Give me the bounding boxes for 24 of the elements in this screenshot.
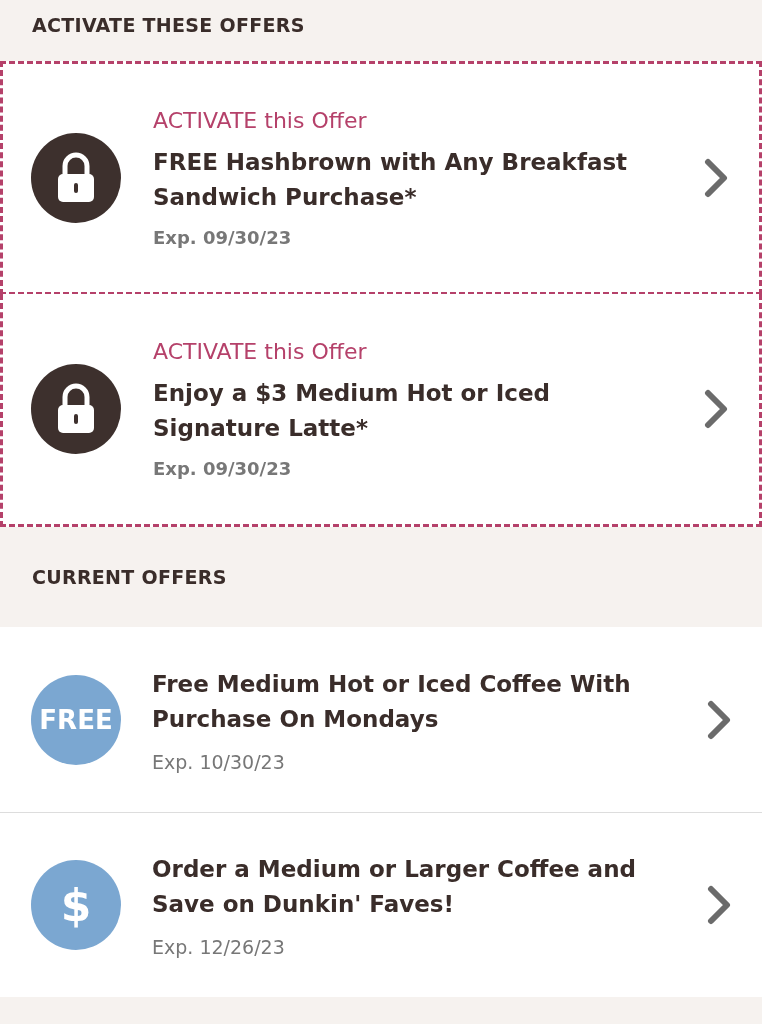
offer-title: Free Medium Hot or Iced Coffee With Purchase On Mondays bbox=[152, 669, 632, 734]
offer-badge: $ bbox=[31, 860, 121, 950]
offer-row[interactable]: FREE Free Medium Hot or Iced Coffee With Purchase On Mondays Exp. 10/30/23 bbox=[0, 627, 762, 812]
padlock-icon bbox=[31, 364, 121, 454]
offer-badge: FREE bbox=[31, 674, 121, 765]
section-heading: ACTIVATE THESE OFFERS bbox=[31, 13, 306, 38]
offer-card[interactable]: ACTIVATE this Offer FREE Hashbrown with Any Breakfast Sandwich Purchase* Exp. 09/30/23 bbox=[0, 61, 762, 295]
offer-card[interactable]: ACTIVATE this Offer Enjoy a $3 Medium Hot or Iced Signature Latte* Exp. 09/30/23 bbox=[0, 294, 762, 527]
chevron-right-icon[interactable] bbox=[706, 885, 732, 925]
offer-title: Order a Medium or Larger Coffee and Save on Dunkin' Faves! bbox=[152, 855, 637, 919]
section-heading: CURRENT OFFERS bbox=[31, 565, 228, 590]
activate-label: ACTIVATE this Offer bbox=[153, 108, 368, 133]
padlock-icon bbox=[31, 133, 121, 223]
expiry-date: Exp. 10/30/23 bbox=[152, 750, 286, 773]
chevron-right-icon[interactable] bbox=[706, 699, 732, 740]
activate-label: ACTIVATE this Offer bbox=[153, 339, 368, 364]
offer-title: Enjoy a $3 Medium Hot or Iced Signature Latte* bbox=[153, 379, 551, 443]
expiry-date: Exp. 12/26/23 bbox=[152, 936, 286, 958]
offer-title: FREE Hashbrown with Any Breakfast Sandwich Purchase* bbox=[153, 148, 629, 212]
chevron-right-icon[interactable] bbox=[703, 389, 729, 429]
chevron-right-icon[interactable] bbox=[703, 158, 729, 198]
offer-row[interactable]: $ Order a Medium or Larger Coffee and Save on Dunkin' Faves! Exp. 12/26/23 bbox=[0, 812, 762, 997]
expiry-date: Exp. 09/30/23 bbox=[153, 458, 293, 479]
expiry-date: Exp. 09/30/23 bbox=[153, 227, 293, 248]
